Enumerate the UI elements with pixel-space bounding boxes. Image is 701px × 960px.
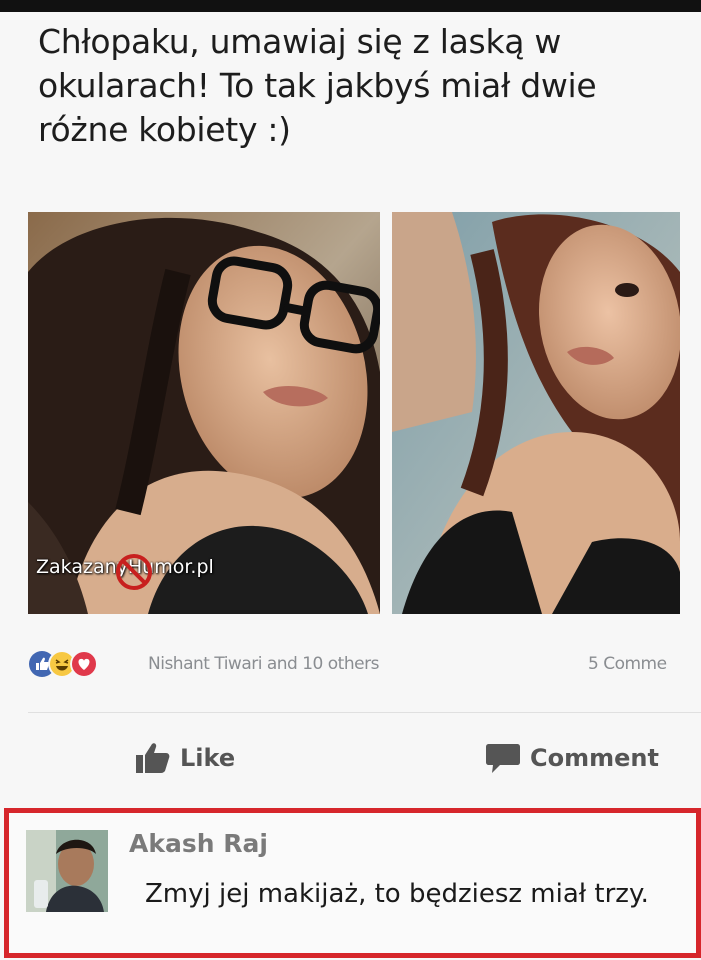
thumbs-up-icon [136,743,170,773]
photo-with-glasses-image [28,212,380,614]
photo-without-glasses[interactable] [392,212,680,614]
reactions-names[interactable]: Nishant Tiwari and 10 others [148,654,379,674]
like-label: Like [180,744,236,772]
highlighted-comment: Akash Raj Zmyj jej makijaż, to będziesz … [4,808,701,958]
top-bar [0,0,701,12]
avatar-image [26,830,108,912]
post-text: Chłopaku, umawiaj się z laską w okularac… [38,22,597,149]
comment-author[interactable]: Akash Raj [129,829,268,858]
love-reaction-icon [70,650,98,678]
photo-without-glasses-image [392,212,680,614]
speech-bubble-icon [486,744,520,773]
photo-with-glasses[interactable]: ZakazanyHumor.pl [28,212,380,614]
comments-count[interactable]: 5 Comme [588,654,667,674]
like-button[interactable]: Like [136,738,235,778]
divider [28,712,701,713]
no-sign-icon [116,554,152,590]
comment-label: Comment [530,744,659,772]
reactions-row[interactable]: Nishant Tiwari and 10 others 5 Comme [28,648,701,682]
avatar[interactable] [26,830,108,912]
comment-text: Zmyj jej makijaż, to będziesz miał trzy. [145,879,649,909]
comment-button[interactable]: Comment [486,738,659,778]
